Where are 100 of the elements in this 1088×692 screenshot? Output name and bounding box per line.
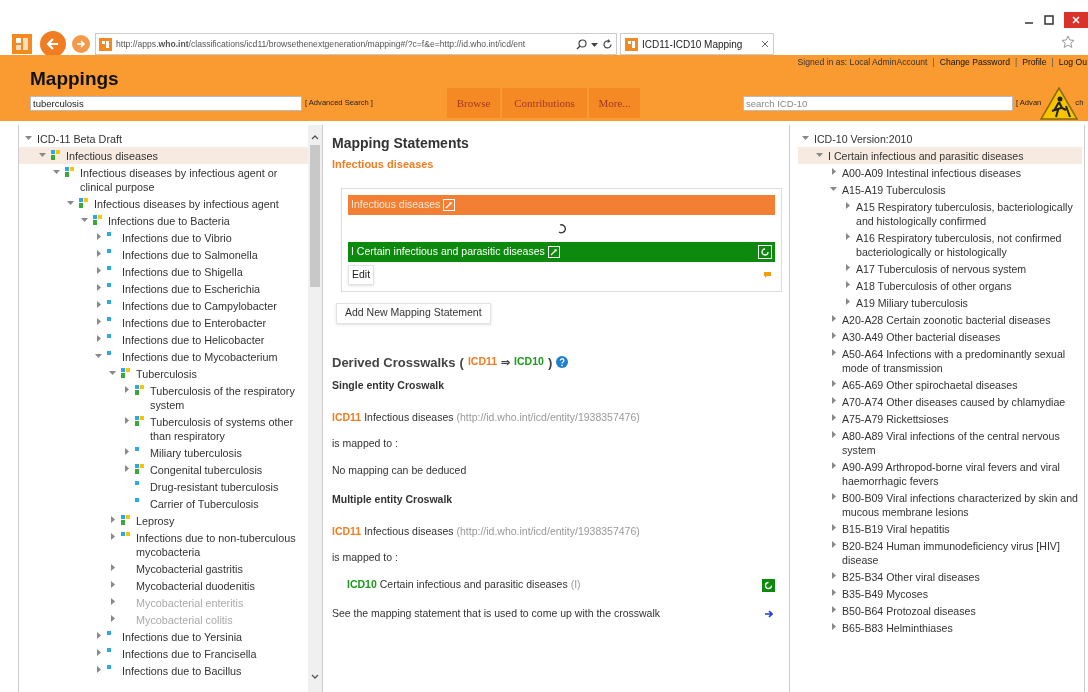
address-bar[interactable]: http://apps.who.int/classifications/icd11/browsethenextgeneration/mapping#/?c=f&e=http://id.who.int/icd/ent — [95, 33, 617, 55]
expand-arrow-icon[interactable] — [830, 524, 838, 532]
tree-item-label[interactable]: Infections due to Vibrio — [122, 230, 232, 245]
add-statement-button[interactable]: Add New Mapping Statement — [336, 302, 491, 324]
expand-arrow-icon[interactable] — [830, 623, 838, 631]
tree-item-label[interactable]: B65-B83 Helminthiases — [842, 620, 953, 635]
scrollbar[interactable] — [308, 125, 322, 692]
tree-item-label[interactable]: Infections due to Mycobacterium — [122, 349, 278, 364]
expand-arrow-icon[interactable] — [95, 335, 103, 343]
tree-item-label[interactable]: A18 Tuberculosis of other organs — [856, 278, 1012, 293]
expand-arrow-icon[interactable] — [123, 448, 131, 456]
user-link[interactable]: Log Ou — [1058, 56, 1087, 69]
app-icon[interactable] — [12, 34, 32, 54]
expand-arrow-icon[interactable] — [95, 301, 103, 309]
tree-item-label[interactable]: A15 Respiratory tuberculosis, bacteriologically and histologically confirmed — [856, 199, 1082, 228]
selected-tree-row[interactable]: I Certain infectious and parasitic diseases — [798, 147, 1082, 164]
tree-item-label[interactable]: Infections due to Campylobacter — [122, 298, 277, 313]
collapse-arrow-icon[interactable] — [39, 151, 47, 159]
expand-arrow-icon[interactable] — [109, 564, 117, 572]
tree-item-label[interactable]: B50-B64 Protozoal diseases — [842, 603, 976, 618]
expand-arrow-icon[interactable] — [844, 298, 852, 306]
tree-item-label[interactable]: Infectious diseases by infectious agent or clinical purpose — [80, 165, 309, 194]
tree-item-label[interactable]: B15-B19 Viral hepatitis — [842, 521, 950, 536]
expand-arrow-icon[interactable] — [844, 281, 852, 289]
tree-item-label[interactable]: B00-B09 Viral infections characterized by skin and mucous membrane lesions — [842, 490, 1082, 519]
collapse-arrow-icon[interactable] — [816, 151, 824, 159]
expand-arrow-icon[interactable] — [95, 632, 103, 640]
tree-item-label[interactable]: ICD-10 Version:2010 — [814, 131, 913, 146]
expand-arrow-icon[interactable] — [830, 349, 838, 357]
expand-arrow-icon[interactable] — [95, 233, 103, 241]
selected-tree-row[interactable]: Infectious diseases — [19, 147, 309, 164]
tree-item-label[interactable]: ICD-11 Beta Draft — [37, 131, 122, 146]
tree-item-label[interactable]: A00-A09 Intestinal infectious diseases — [842, 165, 1022, 180]
expand-arrow-icon[interactable] — [123, 386, 131, 394]
tree-item-label[interactable]: A17 Tuberculosis of nervous system — [856, 261, 1027, 276]
tree-item-label[interactable]: Infections due to Shigella — [122, 264, 243, 279]
expand-arrow-icon[interactable] — [95, 284, 103, 292]
tree-item-label[interactable]: Drug-resistant tuberculosis — [150, 479, 279, 494]
tree-item-label[interactable]: Infections due to Francisella — [122, 646, 257, 661]
expand-arrow-icon[interactable] — [830, 589, 838, 597]
expand-arrow-icon[interactable] — [844, 233, 852, 241]
expand-arrow-icon[interactable] — [123, 417, 131, 425]
tree-item-label[interactable]: Infections due to Enterobacter — [122, 315, 267, 330]
expand-arrow-icon[interactable] — [830, 462, 838, 470]
expand-arrow-icon[interactable] — [830, 380, 838, 388]
tree-item-label[interactable]: Congenital tuberculosis — [150, 462, 263, 477]
expand-arrow-icon[interactable] — [830, 168, 838, 176]
expand-arrow-icon[interactable] — [830, 332, 838, 340]
tree-item-label[interactable]: Infectious diseases by infectious agent — [94, 196, 279, 211]
search-field[interactable]: tuberculosis — [30, 95, 302, 111]
collapse-arrow-icon[interactable] — [802, 134, 810, 142]
collapse-arrow-icon[interactable] — [25, 134, 33, 142]
tree-item-label[interactable]: A30-A49 Other bacterial diseases — [842, 329, 1001, 344]
search-field[interactable]: search ICD-10 — [743, 95, 1013, 111]
tree-item-label[interactable]: Infections due to Bacillus — [122, 663, 242, 678]
collapse-arrow-icon[interactable] — [109, 369, 117, 377]
refresh-icon[interactable] — [602, 38, 613, 50]
tree-item-label[interactable]: Infections due to Escherichia — [122, 281, 261, 296]
tree-item-label[interactable]: Carrier of Tuberculosis — [150, 496, 259, 511]
right-arrow-icon[interactable] — [765, 609, 773, 618]
maximize-icon[interactable] — [1044, 15, 1054, 25]
back-button[interactable] — [40, 31, 66, 57]
browser-tab[interactable]: ICD11-ICD10 Mapping — [620, 33, 774, 55]
expand-arrow-icon[interactable] — [830, 315, 838, 323]
search-icon[interactable] — [576, 38, 587, 50]
expand-arrow-icon[interactable] — [109, 581, 117, 589]
tree-item-label[interactable]: Infections due to Salmonella — [122, 247, 258, 262]
tree-item-label[interactable]: A16 Respiratory tuberculosis, not confirmed bacteriologically or histologically — [856, 230, 1082, 259]
expand-arrow-icon[interactable] — [830, 572, 838, 580]
scrollbar-thumb[interactable] — [310, 145, 321, 287]
tree-item-label[interactable]: B20-B24 Human immunodeficiency virus [HIV] disease — [842, 538, 1082, 567]
tree-item-label[interactable]: Leprosy — [136, 513, 175, 528]
expand-arrow-icon[interactable] — [95, 250, 103, 258]
scroll-up-icon[interactable] — [311, 134, 320, 140]
expand-arrow-icon[interactable] — [109, 516, 117, 524]
collapse-arrow-icon[interactable] — [95, 352, 103, 360]
tree-item-label[interactable]: A80-A89 Viral infections of the central nervous system — [842, 428, 1082, 457]
collapse-arrow-icon[interactable] — [67, 199, 75, 207]
expand-arrow-icon[interactable] — [830, 606, 838, 614]
tree-item-label[interactable]: A90-A99 Arthropod-borne viral fevers and viral haemorrhagic fevers — [842, 459, 1082, 488]
expand-arrow-icon[interactable] — [95, 318, 103, 326]
dropdown-icon[interactable] — [591, 40, 598, 48]
expand-arrow-icon[interactable] — [95, 666, 103, 674]
tree-item-label[interactable]: A19 Miliary tuberculosis — [856, 295, 968, 310]
expand-arrow-icon[interactable] — [95, 649, 103, 657]
collapse-arrow-icon[interactable] — [53, 168, 61, 176]
expand-arrow-icon[interactable] — [830, 493, 838, 501]
expand-arrow-icon[interactable] — [109, 533, 117, 541]
tree-item-label[interactable]: A50-A64 Infections with a predominantly sexual mode of transmission — [842, 346, 1082, 375]
tree-item-label[interactable]: B35-B49 Mycoses — [842, 586, 928, 601]
tree-item-label[interactable]: Infectious diseases — [66, 148, 158, 163]
tree-item-label[interactable]: A65-A69 Other spirochaetal diseases — [842, 377, 1018, 392]
expand-arrow-icon[interactable] — [844, 202, 852, 210]
tree-item-label[interactable]: Tuberculosis — [136, 366, 197, 381]
expand-arrow-icon[interactable] — [844, 264, 852, 272]
tree-item-label[interactable]: Tuberculosis of systems other than respiratory — [150, 414, 309, 443]
close-icon[interactable] — [1064, 12, 1088, 28]
star-icon[interactable] — [1061, 35, 1075, 49]
tree-item-label[interactable]: Infections due to non-tuberculous mycobacteria — [136, 530, 309, 559]
expand-arrow-icon[interactable] — [123, 465, 131, 473]
